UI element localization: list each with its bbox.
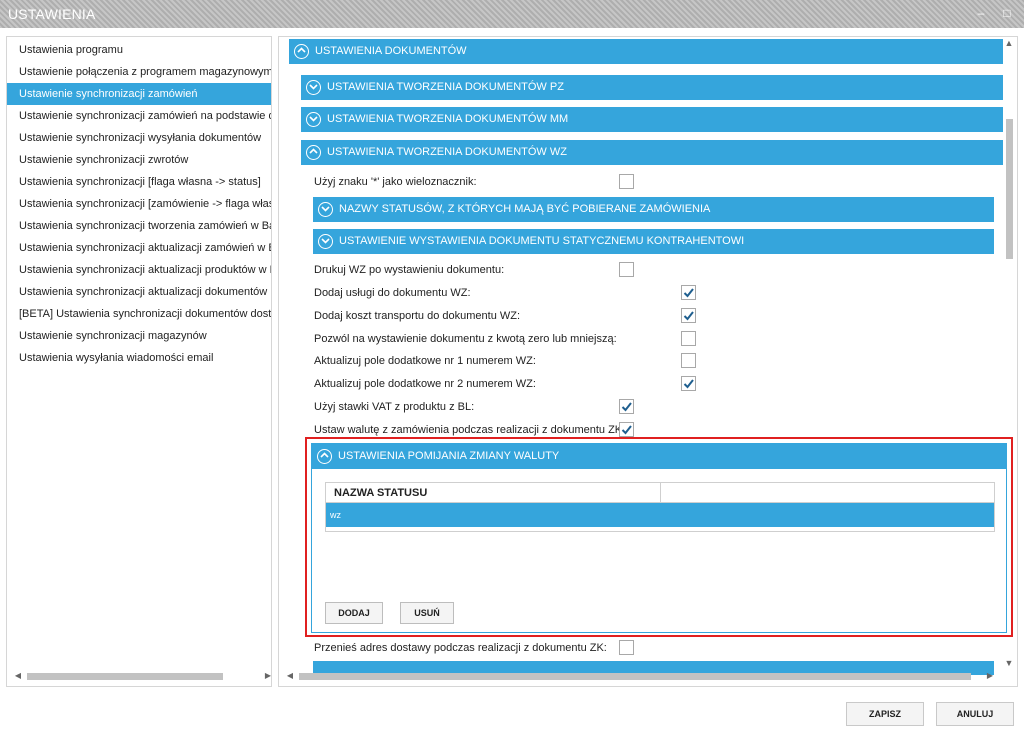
option-checkbox[interactable] bbox=[619, 262, 634, 277]
option-label: Dodaj usługi do dokumentu WZ: bbox=[314, 287, 471, 299]
highlight-frame: USTAWIENIA POMIJANIA ZMIANY WALUTY NAZWA… bbox=[305, 437, 1013, 637]
section-title: USTAWIENIA POMIJANIA ZMIANY WALUTY bbox=[338, 450, 560, 462]
content-horizontal-scrollbar[interactable]: ◀ ▶ bbox=[285, 670, 997, 682]
scroll-down-icon[interactable]: ▼ bbox=[1003, 657, 1015, 669]
settings-nav-list: Ustawienia programu Ustawienie połączenia… bbox=[7, 39, 271, 369]
sidebar-item[interactable]: Ustawienia synchronizacji tworzenia zamó… bbox=[7, 215, 271, 237]
option-label: Aktualizuj pole dodatkowe nr 2 numerem W… bbox=[314, 378, 536, 390]
scrollbar-thumb[interactable] bbox=[27, 673, 223, 680]
settings-nav: Ustawienia programu Ustawienie połączenia… bbox=[6, 36, 272, 687]
remove-button[interactable]: USUŃ bbox=[400, 602, 454, 624]
section-title: USTAWIENIA DOKUMENTÓW bbox=[315, 45, 467, 57]
section-title: NAZWY STATUSÓW, Z KTÓRYCH MAJĄ BYĆ POBIE… bbox=[339, 203, 711, 215]
option-label: Drukuj WZ po wystawieniu dokumentu: bbox=[314, 264, 505, 276]
nav-horizontal-scrollbar[interactable]: ◀ ▶ bbox=[13, 670, 271, 682]
sidebar-item[interactable]: [BETA] Ustawienia synchronizacji dokumen… bbox=[7, 303, 271, 325]
option-checkbox[interactable] bbox=[681, 376, 696, 391]
option-label: Dodaj koszt transportu do dokumentu WZ: bbox=[314, 310, 521, 322]
scroll-right-icon[interactable]: ▶ bbox=[263, 670, 271, 682]
minimize-button[interactable]: – bbox=[974, 6, 988, 20]
option-checkbox[interactable] bbox=[619, 399, 634, 414]
add-button[interactable]: DODAJ bbox=[325, 602, 383, 624]
cancel-button[interactable]: ANULUJ bbox=[936, 702, 1014, 726]
sidebar-item[interactable]: Ustawienia synchronizacji aktualizacji p… bbox=[7, 259, 271, 281]
scrollbar-thumb[interactable] bbox=[1006, 119, 1013, 259]
chevron-up-icon bbox=[306, 145, 321, 160]
section-title: USTAWIENIA TWORZENIA DOKUMENTÓW WZ bbox=[327, 146, 567, 158]
save-button[interactable]: ZAPISZ bbox=[846, 702, 924, 726]
chevron-down-icon bbox=[318, 234, 333, 249]
scroll-left-icon[interactable]: ◀ bbox=[285, 670, 295, 682]
section-kontrahent[interactable]: USTAWIENIE WYSTAWIENIA DOKUMENTU STATYCZ… bbox=[313, 229, 994, 254]
table-row[interactable]: wz bbox=[326, 503, 994, 527]
section-waluta[interactable]: USTAWIENIA POMIJANIA ZMIANY WALUTY bbox=[312, 444, 1006, 469]
window-title: USTAWIENIA bbox=[8, 6, 96, 22]
sidebar-item[interactable]: Ustawienia synchronizacji [zamówienie ->… bbox=[7, 193, 271, 215]
scroll-up-icon[interactable]: ▲ bbox=[1003, 37, 1015, 49]
table-header: NAZWA STATUSU bbox=[326, 483, 994, 503]
option-label: Użyj stawki VAT z produktu z BL: bbox=[314, 401, 475, 413]
wildcard-label: Użyj znaku '*' jako wieloznacznik: bbox=[314, 176, 477, 188]
sidebar-item[interactable]: Ustawienie synchronizacji zamówień bbox=[7, 83, 271, 105]
status-table: NAZWA STATUSU wz bbox=[325, 482, 995, 532]
option-checkbox[interactable] bbox=[681, 285, 696, 300]
sidebar-item[interactable]: Ustawienia programu bbox=[7, 39, 271, 61]
section-pz[interactable]: USTAWIENIA TWORZENIA DOKUMENTÓW PZ bbox=[301, 75, 1003, 100]
sidebar-item[interactable]: Ustawienia wysyłania wiadomości email bbox=[7, 347, 271, 369]
option-checkbox[interactable] bbox=[619, 422, 634, 437]
option-checkbox[interactable] bbox=[681, 331, 696, 346]
wildcard-checkbox[interactable] bbox=[619, 174, 634, 189]
section-title: USTAWIENIA TWORZENIA DOKUMENTÓW MM bbox=[327, 113, 569, 125]
section-statusy[interactable]: NAZWY STATUSÓW, Z KTÓRYCH MAJĄ BYĆ POBIE… bbox=[313, 197, 994, 222]
sidebar-item[interactable]: Ustawienie synchronizacji magazynów bbox=[7, 325, 271, 347]
title-bar: USTAWIENIA – □ bbox=[0, 0, 1024, 28]
maximize-button[interactable]: □ bbox=[1000, 6, 1014, 20]
section-title: USTAWIENIE WYSTAWIENIA DOKUMENTU STATYCZ… bbox=[339, 235, 745, 247]
section-title: USTAWIENIA TWORZENIA DOKUMENTÓW PZ bbox=[327, 81, 564, 93]
sidebar-item[interactable]: Ustawienia synchronizacji aktualizacji z… bbox=[7, 237, 271, 259]
sidebar-item[interactable]: Ustawienia synchronizacji aktualizacji d… bbox=[7, 281, 271, 303]
chevron-down-icon bbox=[306, 80, 321, 95]
chevron-up-icon bbox=[294, 44, 309, 59]
transfer-address-label: Przenieś adres dostawy podczas realizacj… bbox=[314, 642, 607, 654]
sidebar-item[interactable]: Ustawienie synchronizacji wysyłania doku… bbox=[7, 127, 271, 149]
sidebar-item[interactable]: Ustawienie synchronizacji zamówień na po… bbox=[7, 105, 271, 127]
option-label: Pozwól na wystawienie dokumentu z kwotą … bbox=[314, 333, 617, 345]
sidebar-item[interactable]: Ustawienia synchronizacji [flaga własna … bbox=[7, 171, 271, 193]
sidebar-item[interactable]: Ustawienie synchronizacji zwrotów bbox=[7, 149, 271, 171]
currency-skip-panel: USTAWIENIA POMIJANIA ZMIANY WALUTY NAZWA… bbox=[311, 443, 1007, 633]
sidebar-item[interactable]: Ustawienie połączenia z programem magazy… bbox=[7, 61, 271, 83]
chevron-down-icon bbox=[306, 112, 321, 127]
transfer-address-checkbox[interactable] bbox=[619, 640, 634, 655]
chevron-up-icon bbox=[317, 449, 332, 464]
section-wz[interactable]: USTAWIENIA TWORZENIA DOKUMENTÓW WZ bbox=[301, 140, 1003, 165]
settings-content: USTAWIENIA DOKUMENTÓW USTAWIENIA TWORZEN… bbox=[278, 36, 1018, 687]
chevron-down-icon bbox=[318, 202, 333, 217]
option-label: Aktualizuj pole dodatkowe nr 1 numerem W… bbox=[314, 355, 536, 367]
section-dokumenty[interactable]: USTAWIENIA DOKUMENTÓW bbox=[289, 39, 1003, 64]
option-checkbox[interactable] bbox=[681, 353, 696, 368]
content-vertical-scrollbar[interactable]: ▲ ▼ bbox=[1003, 37, 1015, 677]
scroll-left-icon[interactable]: ◀ bbox=[13, 670, 23, 682]
scrollbar-thumb[interactable] bbox=[299, 673, 971, 680]
column-header-status-name[interactable]: NAZWA STATUSU bbox=[334, 487, 427, 499]
section-mm[interactable]: USTAWIENIA TWORZENIA DOKUMENTÓW MM bbox=[301, 107, 1003, 132]
option-checkbox[interactable] bbox=[681, 308, 696, 323]
scroll-right-icon[interactable]: ▶ bbox=[985, 670, 995, 682]
